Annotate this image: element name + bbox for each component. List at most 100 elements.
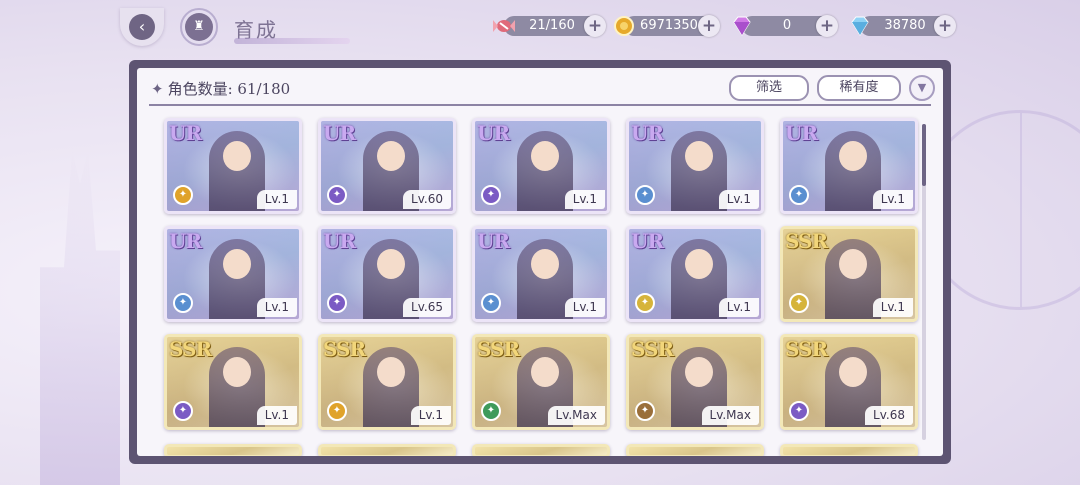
- rarity-badge: UR: [477, 121, 510, 145]
- character-card-partial[interactable]: [164, 444, 302, 456]
- character-face: [377, 141, 405, 171]
- character-face: [377, 249, 405, 279]
- add-pink-gem-button[interactable]: +: [816, 15, 838, 37]
- character-panel-inner: ✦ 角色数量: 61/180 筛选 稀有度 ▼ UR ✦ Lv.1 UR ✦ Lv.60 UR…: [137, 68, 943, 456]
- character-card[interactable]: UR ✦ Lv.1: [472, 118, 610, 214]
- rarity-badge: SSR: [785, 337, 828, 361]
- castle-silhouette: [40, 150, 120, 485]
- add-blue-gem-button[interactable]: +: [934, 15, 956, 37]
- character-face: [223, 249, 251, 279]
- castle-icon: ♜: [185, 13, 213, 41]
- home-button[interactable]: ♜: [180, 8, 218, 46]
- level-label: Lv.Max: [547, 406, 605, 425]
- character-face: [531, 249, 559, 279]
- character-card[interactable]: SSR ✦ Lv.1: [318, 334, 456, 430]
- sort-order-icon[interactable]: ▼: [909, 75, 935, 101]
- character-face: [685, 141, 713, 171]
- character-count-label: 角色数量: 61/180: [167, 80, 291, 98]
- character-face: [839, 249, 867, 279]
- level-label: Lv.1: [872, 298, 913, 317]
- character-card[interactable]: SSR ✦ Lv.Max: [472, 334, 610, 430]
- element-icon: ✦: [173, 185, 193, 205]
- character-card[interactable]: UR ✦ Lv.60: [318, 118, 456, 214]
- character-face: [223, 141, 251, 171]
- scrollbar[interactable]: [922, 124, 926, 440]
- level-label: Lv.1: [718, 190, 759, 209]
- character-card[interactable]: SSR ✦ Lv.1: [164, 334, 302, 430]
- level-label: Lv.1: [410, 406, 451, 425]
- character-card-partial[interactable]: [472, 444, 610, 456]
- character-face: [531, 357, 559, 387]
- rarity-badge: SSR: [477, 337, 520, 361]
- level-label: Lv.1: [564, 298, 605, 317]
- character-card[interactable]: UR ✦ Lv.65: [318, 226, 456, 322]
- element-icon: ✦: [789, 293, 809, 313]
- character-card[interactable]: UR ✦ Lv.1: [626, 118, 764, 214]
- rarity-badge: SSR: [169, 337, 212, 361]
- level-label: Lv.Max: [701, 406, 759, 425]
- element-icon: ✦: [481, 293, 501, 313]
- rarity-sort-button[interactable]: 稀有度: [817, 75, 901, 101]
- candy-icon: [490, 12, 518, 40]
- sparkle-icon: ✦: [151, 80, 164, 98]
- character-card[interactable]: SSR ✦ Lv.Max: [626, 334, 764, 430]
- element-icon: ✦: [481, 401, 501, 421]
- character-card-partial[interactable]: [626, 444, 764, 456]
- level-label: Lv.1: [564, 190, 605, 209]
- element-icon: ✦: [789, 401, 809, 421]
- rarity-badge: UR: [477, 229, 510, 253]
- character-card[interactable]: UR ✦ Lv.1: [780, 118, 918, 214]
- character-face: [223, 357, 251, 387]
- level-label: Lv.68: [865, 406, 913, 425]
- character-card-partial[interactable]: [318, 444, 456, 456]
- scrollbar-thumb[interactable]: [922, 124, 926, 186]
- character-grid: UR ✦ Lv.1 UR ✦ Lv.60 UR ✦ Lv.1 UR ✦ Lv.1 UR ✦ Lv.1 UR ✦ L…: [164, 118, 924, 456]
- add-gold-button[interactable]: +: [698, 15, 720, 37]
- level-label: Lv.65: [403, 298, 451, 317]
- character-card[interactable]: UR ✦ Lv.1: [164, 118, 302, 214]
- level-label: Lv.1: [256, 406, 297, 425]
- element-icon: ✦: [635, 293, 655, 313]
- element-icon: ✦: [635, 401, 655, 421]
- level-label: Lv.1: [718, 298, 759, 317]
- element-icon: ✦: [327, 293, 347, 313]
- level-label: Lv.60: [403, 190, 451, 209]
- rarity-badge: UR: [169, 229, 202, 253]
- resource-stamina: 21/160 +: [493, 15, 606, 37]
- character-face: [531, 141, 559, 171]
- pink-diamond-icon: [728, 12, 756, 40]
- element-icon: ✦: [173, 401, 193, 421]
- character-face: [839, 357, 867, 387]
- character-card[interactable]: SSR ✦ Lv.68: [780, 334, 918, 430]
- character-face: [685, 249, 713, 279]
- character-card[interactable]: UR ✦ Lv.1: [164, 226, 302, 322]
- element-icon: ✦: [635, 185, 655, 205]
- character-face: [377, 357, 405, 387]
- level-label: Lv.1: [256, 190, 297, 209]
- rarity-badge: UR: [323, 121, 356, 145]
- element-icon: ✦: [173, 293, 193, 313]
- rarity-badge: UR: [631, 229, 664, 253]
- resource-gold: 6971350 +: [614, 15, 720, 37]
- header-divider: [149, 104, 931, 106]
- rarity-badge: UR: [169, 121, 202, 145]
- character-card-partial[interactable]: [780, 444, 918, 456]
- resource-blue-gem: 38780 +: [851, 15, 956, 37]
- character-face: [839, 141, 867, 171]
- back-button[interactable]: ‹: [120, 8, 164, 46]
- rarity-badge: SSR: [323, 337, 366, 361]
- level-label: Lv.1: [872, 190, 913, 209]
- rarity-badge: UR: [785, 121, 818, 145]
- title-underline: [234, 38, 350, 44]
- character-card[interactable]: UR ✦ Lv.1: [472, 226, 610, 322]
- character-card[interactable]: SSR ✦ Lv.1: [780, 226, 918, 322]
- coin-icon: [610, 12, 638, 40]
- filter-button[interactable]: 筛选: [729, 75, 809, 101]
- element-icon: ✦: [327, 185, 347, 205]
- character-card[interactable]: UR ✦ Lv.1: [626, 226, 764, 322]
- element-icon: ✦: [481, 185, 501, 205]
- add-stamina-button[interactable]: +: [584, 15, 606, 37]
- character-face: [685, 357, 713, 387]
- character-panel: ✦ 角色数量: 61/180 筛选 稀有度 ▼ UR ✦ Lv.1 UR ✦ Lv.60 UR…: [129, 60, 951, 464]
- blue-diamond-icon: [846, 12, 874, 40]
